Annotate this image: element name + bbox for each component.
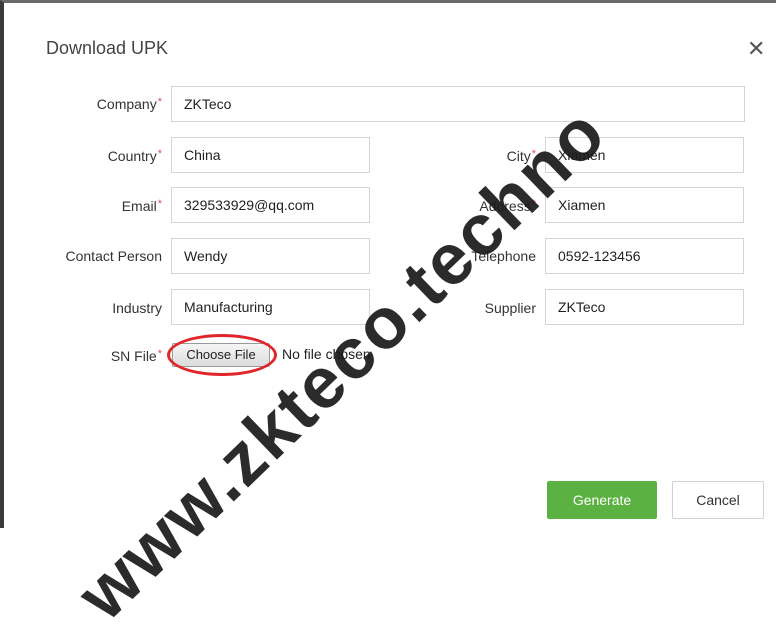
email-field[interactable]: 329533929@qq.com xyxy=(171,187,370,223)
company-field[interactable]: ZKTeco xyxy=(171,86,745,122)
close-icon[interactable]: ✕ xyxy=(747,38,765,60)
company-label: Company* xyxy=(96,96,162,112)
download-upk-dialog: Download UPK ✕ Company* ZKTeco Country* … xyxy=(0,0,776,635)
contact-person-label: Contact Person xyxy=(65,248,163,264)
email-label: Email* xyxy=(121,198,162,214)
telephone-label: Telephone xyxy=(471,248,536,264)
required-mark: * xyxy=(157,148,162,160)
required-mark: * xyxy=(531,198,536,210)
city-field[interactable]: Xiamen xyxy=(545,137,744,173)
dialog-title: Download UPK xyxy=(46,38,169,58)
industry-field[interactable]: Manufacturing xyxy=(171,289,370,325)
country-field[interactable]: China xyxy=(171,137,370,173)
country-label: Country* xyxy=(107,148,162,164)
required-mark: * xyxy=(157,348,162,360)
address-field[interactable]: Xiamen xyxy=(545,187,744,223)
choose-file-button[interactable]: Choose File xyxy=(172,343,270,367)
generate-button[interactable]: Generate xyxy=(547,481,657,519)
address-label: Address* xyxy=(479,198,536,214)
supplier-label: Supplier xyxy=(484,300,536,316)
contact-person-field[interactable]: Wendy xyxy=(171,238,370,274)
required-mark: * xyxy=(157,198,162,210)
cancel-button[interactable]: Cancel xyxy=(672,481,764,519)
industry-label: Industry xyxy=(112,300,162,316)
required-mark: * xyxy=(531,148,536,160)
city-label: City* xyxy=(506,148,536,164)
telephone-field[interactable]: 0592-123456 xyxy=(545,238,744,274)
file-status-text: No file chosen xyxy=(282,346,371,362)
required-mark: * xyxy=(157,96,162,108)
sn-file-label: SN File* xyxy=(110,348,162,364)
supplier-field[interactable]: ZKTeco xyxy=(545,289,744,325)
